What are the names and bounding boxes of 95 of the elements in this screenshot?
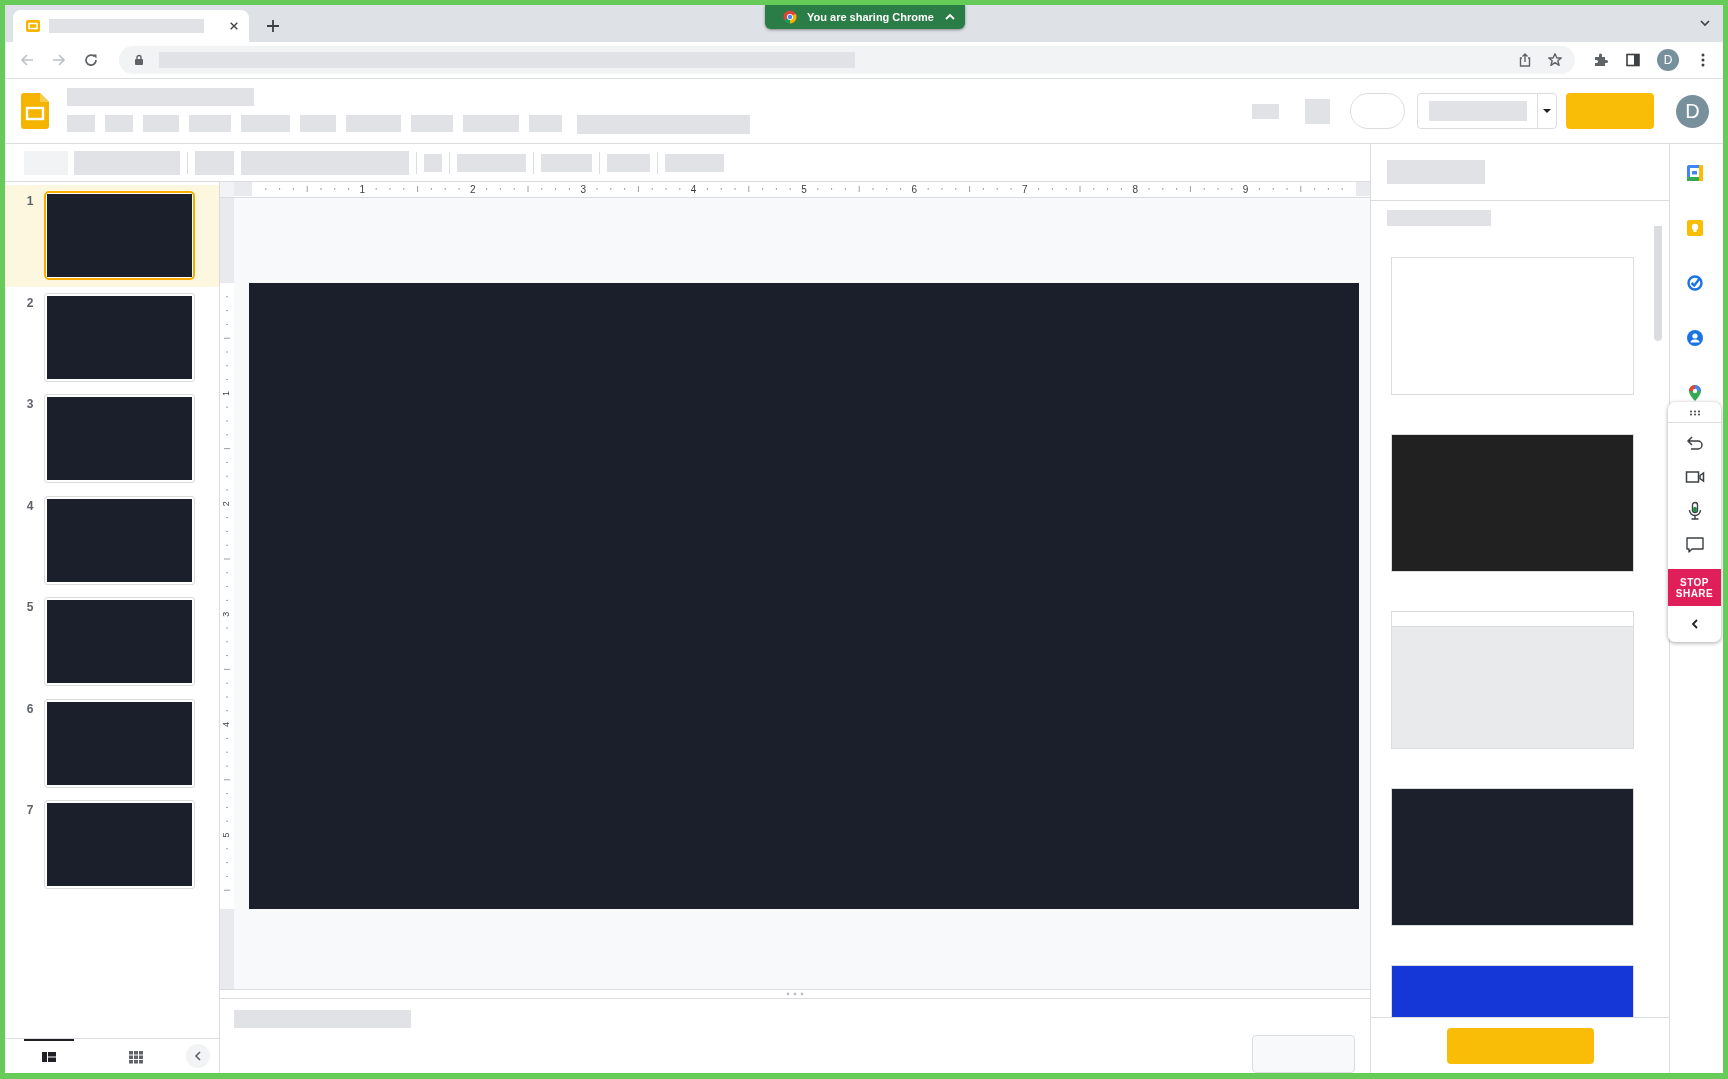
slide-number: 1 xyxy=(25,193,35,210)
menu-item[interactable] xyxy=(529,115,562,132)
menu-item[interactable] xyxy=(105,115,133,132)
ruler-number: 2 xyxy=(221,501,232,507)
menu-item[interactable] xyxy=(346,115,401,132)
slide-number: 6 xyxy=(25,700,35,718)
ruler-number: 3 xyxy=(580,184,586,195)
slide-row[interactable]: 6 xyxy=(5,692,219,794)
header-button[interactable] xyxy=(1252,103,1279,119)
theme-card[interactable] xyxy=(1391,434,1634,572)
stop-share-button[interactable]: STOP SHARE xyxy=(1668,569,1721,606)
slide-row[interactable]: 5 xyxy=(5,591,219,693)
slide-thumbnail[interactable] xyxy=(44,800,195,889)
toolbar-button[interactable] xyxy=(607,153,650,172)
ruler-number: 1 xyxy=(221,390,232,396)
slide-thumbnail[interactable] xyxy=(44,698,195,788)
forward-icon[interactable] xyxy=(51,52,67,68)
ruler-number: 6 xyxy=(911,184,918,195)
ruler-number: 2 xyxy=(470,184,476,195)
profile-avatar[interactable]: D xyxy=(1657,49,1679,71)
slide-canvas[interactable] xyxy=(249,283,1359,909)
chat-icon[interactable] xyxy=(1684,535,1705,555)
menu-item[interactable] xyxy=(300,115,336,132)
plus-icon[interactable] xyxy=(266,19,280,33)
toolbar-button[interactable] xyxy=(457,153,526,172)
slide-number: 2 xyxy=(25,294,35,312)
star-icon[interactable] xyxy=(1547,52,1563,68)
puzzle-icon[interactable] xyxy=(1593,52,1609,68)
ruler-number: 3 xyxy=(221,611,232,617)
menu-item[interactable] xyxy=(463,115,519,132)
toolbar-button[interactable] xyxy=(74,150,180,175)
grip-icon[interactable] xyxy=(1688,410,1701,416)
slides-logo-icon[interactable] xyxy=(21,93,49,129)
person-icon[interactable] xyxy=(1685,329,1704,347)
undo-icon[interactable] xyxy=(1684,433,1705,453)
collapse-button[interactable] xyxy=(186,1044,210,1068)
slide-thumbnail[interactable] xyxy=(44,597,195,686)
ruler-number: 1 xyxy=(359,184,366,195)
account-avatar[interactable]: D xyxy=(1676,94,1709,128)
slide-row[interactable]: 1 xyxy=(5,185,219,287)
back-icon[interactable] xyxy=(19,52,35,68)
menu-item[interactable] xyxy=(143,115,179,132)
slide-thumbnail[interactable] xyxy=(44,394,195,483)
slide-number: 4 xyxy=(25,497,35,515)
caret-icon[interactable] xyxy=(1543,107,1551,115)
slide-number: 5 xyxy=(25,599,35,616)
menu-item[interactable] xyxy=(411,115,453,132)
notes-button[interactable] xyxy=(1252,1035,1355,1073)
menu-item[interactable] xyxy=(67,115,95,132)
ruler-number: 7 xyxy=(1022,184,1028,195)
close-icon[interactable] xyxy=(229,21,239,31)
import-button[interactable] xyxy=(1446,1027,1594,1064)
toolbar-button[interactable] xyxy=(541,153,592,172)
slide-thumbnail[interactable] xyxy=(44,191,195,280)
lightbulb-icon[interactable] xyxy=(1685,219,1704,237)
share-icon[interactable] xyxy=(1517,52,1533,68)
check-circle-icon[interactable] xyxy=(1685,274,1704,292)
slide-thumbnail[interactable] xyxy=(44,495,195,585)
lock-icon xyxy=(133,54,145,66)
chevron-down-icon[interactable] xyxy=(1699,17,1711,29)
scrollbar[interactable] xyxy=(1654,226,1662,341)
slide-row[interactable]: 2 xyxy=(5,286,219,388)
toolbar-button[interactable] xyxy=(665,153,724,172)
chevron-left-icon xyxy=(192,1050,204,1062)
theme-card[interactable] xyxy=(1391,788,1634,926)
slide-thumbnail[interactable] xyxy=(44,292,195,382)
slide-row[interactable]: 4 xyxy=(5,489,219,591)
ruler-number: 4 xyxy=(690,184,697,195)
grid-view-icon xyxy=(128,1048,144,1065)
side-panel-icon[interactable] xyxy=(1625,52,1641,68)
slide-row[interactable]: 3 xyxy=(5,388,219,490)
reload-icon[interactable] xyxy=(83,52,99,68)
header-button[interactable] xyxy=(1305,98,1330,124)
menu-item[interactable] xyxy=(189,115,231,132)
slide-row[interactable]: 7 xyxy=(5,794,219,896)
toolbar-button[interactable] xyxy=(195,150,234,175)
toolbar-button[interactable] xyxy=(424,153,442,172)
slide-number: 7 xyxy=(25,802,35,819)
ruler-number: 9 xyxy=(1242,184,1249,195)
banner-text: You are sharing Chrome xyxy=(807,11,934,23)
ruler-number: 5 xyxy=(221,832,232,838)
ruler-margin xyxy=(234,182,252,196)
slides-icon xyxy=(25,18,41,34)
ruler-number: 4 xyxy=(221,722,232,728)
ruler-corner xyxy=(220,182,234,197)
ruler-number: 5 xyxy=(801,184,807,195)
share-button[interactable] xyxy=(1566,93,1654,129)
menu-item[interactable] xyxy=(241,115,290,132)
ruler-number: 8 xyxy=(1132,184,1138,195)
drag-handle-icon[interactable] xyxy=(786,992,804,996)
chrome-icon xyxy=(783,10,797,24)
slide-number: 3 xyxy=(25,396,35,413)
toolbar-button[interactable] xyxy=(241,150,409,175)
calendar-icon[interactable] xyxy=(1685,164,1704,182)
ruler-margin xyxy=(1356,182,1370,196)
